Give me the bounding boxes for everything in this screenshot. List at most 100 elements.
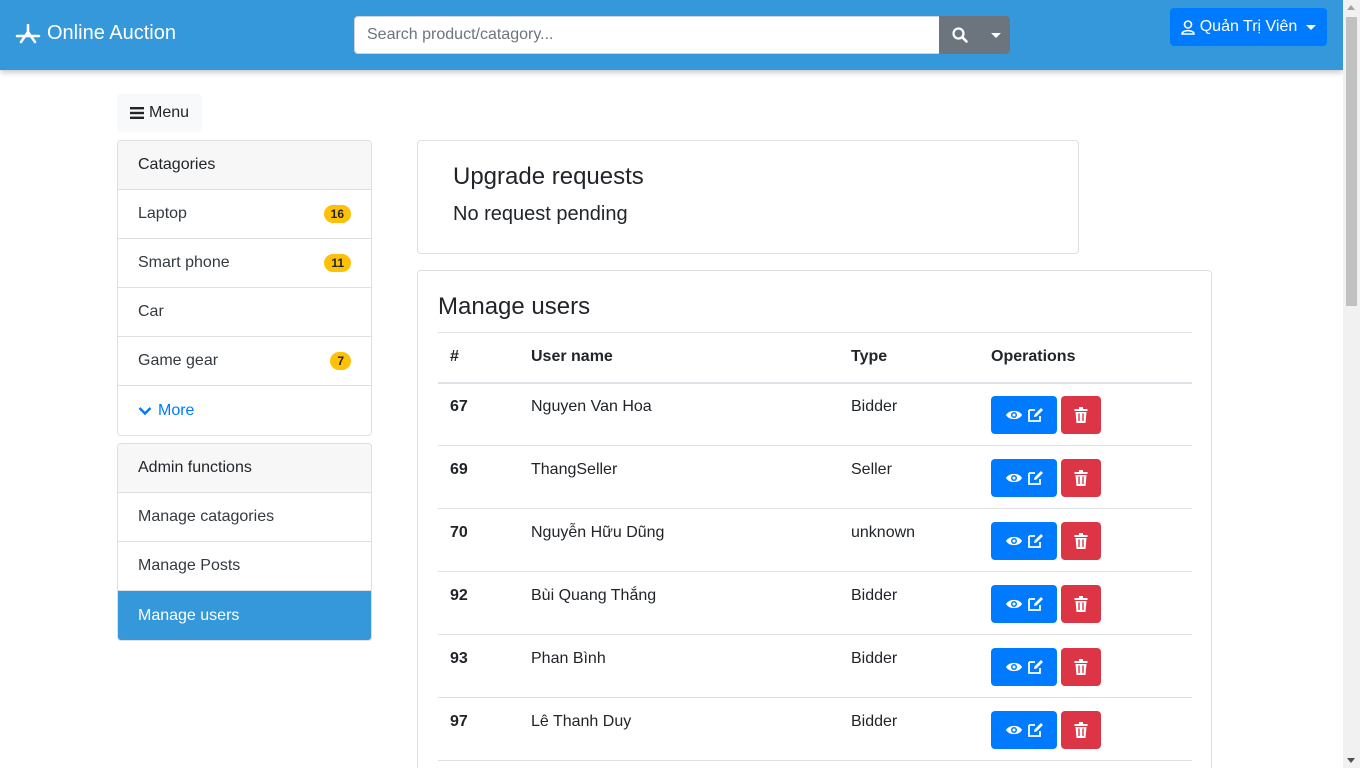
users-table-body: 67 Nguyen Van Hoa Bidder 69 ThangSeller Selle… bbox=[438, 382, 1192, 761]
delete-user-button[interactable] bbox=[1061, 711, 1101, 749]
category-item-car[interactable]: Car bbox=[118, 288, 371, 337]
caret-down-icon bbox=[1306, 24, 1317, 30]
eye-icon bbox=[1005, 411, 1022, 420]
view-edit-user-button[interactable] bbox=[991, 585, 1057, 623]
column-header-operations: Operations bbox=[979, 332, 1192, 384]
view-edit-user-button[interactable] bbox=[991, 711, 1057, 749]
user-type: Bidder bbox=[851, 587, 898, 604]
category-count-badge: 11 bbox=[324, 254, 351, 272]
user-type-cell: Bidder bbox=[839, 697, 979, 761]
user-type-cell: Seller bbox=[839, 445, 979, 509]
caret-down-icon bbox=[990, 32, 1001, 38]
user-operations-cell bbox=[979, 571, 1192, 635]
user-id: 70 bbox=[450, 524, 468, 541]
users-table-header-row: # User name Type Operations bbox=[438, 332, 1192, 384]
user-type: unknown bbox=[851, 524, 916, 541]
admin-item-manage-posts[interactable]: Manage Posts bbox=[118, 542, 371, 591]
category-count-badge: 7 bbox=[330, 352, 351, 370]
eye-icon bbox=[1005, 473, 1022, 483]
trash-icon bbox=[1074, 659, 1088, 675]
upgrade-requests-card: Upgrade requests No request pending bbox=[417, 140, 1079, 254]
edit-icon bbox=[1027, 471, 1043, 485]
view-edit-user-button[interactable] bbox=[991, 459, 1057, 497]
user-type-cell: Bidder bbox=[839, 571, 979, 635]
auction-logo-icon bbox=[15, 23, 41, 43]
upgrade-requests-status: No request pending bbox=[453, 203, 628, 225]
user-id: 93 bbox=[450, 650, 468, 667]
user-type: Bidder bbox=[851, 713, 898, 730]
user-name: Bùi Quang Thắng bbox=[531, 587, 657, 604]
view-edit-user-button[interactable] bbox=[991, 648, 1057, 686]
delete-user-button[interactable] bbox=[1061, 459, 1101, 497]
admin-functions-panel: Admin functions Manage catagories Manage… bbox=[117, 443, 372, 641]
trash-icon bbox=[1074, 722, 1088, 738]
user-id: 97 bbox=[450, 713, 468, 730]
search-input[interactable] bbox=[354, 16, 940, 54]
admin-item-manage-users[interactable]: Manage users bbox=[118, 591, 371, 640]
eye-icon bbox=[1005, 536, 1022, 546]
user-menu-label: Quản Trị Viên bbox=[1199, 18, 1298, 35]
user-name-cell: Phan Bình bbox=[519, 634, 839, 698]
user-id-cell: 69 bbox=[438, 445, 519, 509]
column-header-username: User name bbox=[519, 332, 839, 384]
user-row: 70 Nguyễn Hữu Dũng unknown bbox=[438, 508, 1192, 572]
category-label: Game gear bbox=[138, 352, 219, 369]
user-row: 92 Bùi Quang Thắng Bidder bbox=[438, 571, 1192, 635]
menu-toggle-button[interactable]: Menu bbox=[117, 94, 202, 132]
user-id-cell: 67 bbox=[438, 382, 519, 446]
trash-icon bbox=[1074, 470, 1088, 486]
eye-icon bbox=[1005, 725, 1022, 735]
scroll-down-arrow-icon[interactable] bbox=[1347, 758, 1355, 763]
brand[interactable]: Online Auction bbox=[15, 22, 176, 45]
view-edit-user-button[interactable] bbox=[991, 396, 1057, 435]
chevron-down-icon bbox=[138, 406, 152, 415]
hamburger-icon bbox=[129, 107, 144, 119]
admin-item-label: Manage Posts bbox=[138, 557, 241, 574]
user-type-cell: Bidder bbox=[839, 634, 979, 698]
user-id-cell: 70 bbox=[438, 508, 519, 572]
delete-user-button[interactable] bbox=[1061, 396, 1101, 435]
user-name-cell: Nguyen Van Hoa bbox=[519, 382, 839, 446]
user-row: 97 Lê Thanh Duy Bidder bbox=[438, 697, 1192, 761]
category-label: Laptop bbox=[138, 205, 187, 222]
categories-panel: Catagories Laptop 16 Smart phone 11 Car … bbox=[117, 140, 372, 436]
navbar: Online Auction Quản Trị Viên bbox=[0, 0, 1343, 70]
edit-icon bbox=[1027, 534, 1043, 548]
scroll-up-arrow-icon[interactable] bbox=[1347, 5, 1355, 10]
user-type-cell: unknown bbox=[839, 508, 979, 572]
user-id: 67 bbox=[450, 398, 468, 416]
user-operations-cell bbox=[979, 382, 1192, 446]
user-row: 93 Phan Bình Bidder bbox=[438, 634, 1192, 698]
user-name: Phan Bình bbox=[531, 650, 606, 667]
user-name-cell: Lê Thanh Duy bbox=[519, 697, 839, 761]
category-item-game-gear[interactable]: Game gear 7 bbox=[118, 337, 371, 386]
user-name: Nguyễn Hữu Dũng bbox=[531, 524, 665, 541]
user-menu-button[interactable]: Quản Trị Viên bbox=[1170, 8, 1327, 46]
edit-icon bbox=[1027, 408, 1043, 423]
trash-icon bbox=[1074, 407, 1088, 424]
user-name: Nguyen Van Hoa bbox=[531, 398, 652, 416]
delete-user-button[interactable] bbox=[1061, 648, 1101, 686]
edit-icon bbox=[1027, 723, 1043, 737]
page-scrollbar[interactable] bbox=[1343, 0, 1360, 768]
categories-header: Catagories bbox=[118, 141, 371, 190]
user-operations-cell bbox=[979, 634, 1192, 698]
search-dropdown-toggle[interactable] bbox=[981, 16, 1010, 54]
admin-item-manage-categories[interactable]: Manage catagories bbox=[118, 493, 371, 542]
user-id: 69 bbox=[450, 461, 468, 478]
manage-users-title: Manage users bbox=[438, 293, 591, 320]
eye-icon bbox=[1005, 662, 1022, 672]
delete-user-button[interactable] bbox=[1061, 522, 1101, 560]
user-icon bbox=[1180, 19, 1195, 35]
category-item-smart-phone[interactable]: Smart phone 11 bbox=[118, 239, 371, 288]
menu-label: Menu bbox=[148, 104, 190, 121]
scroll-thumb[interactable] bbox=[1346, 17, 1357, 306]
category-item-laptop[interactable]: Laptop 16 bbox=[118, 190, 371, 239]
category-label: Car bbox=[138, 303, 164, 320]
view-edit-user-button[interactable] bbox=[991, 522, 1057, 560]
column-header-type: Type bbox=[839, 332, 979, 384]
delete-user-button[interactable] bbox=[1061, 585, 1101, 623]
search-button[interactable] bbox=[939, 16, 981, 54]
admin-item-label: Manage users bbox=[138, 606, 240, 624]
categories-more-link[interactable]: More bbox=[118, 386, 371, 435]
